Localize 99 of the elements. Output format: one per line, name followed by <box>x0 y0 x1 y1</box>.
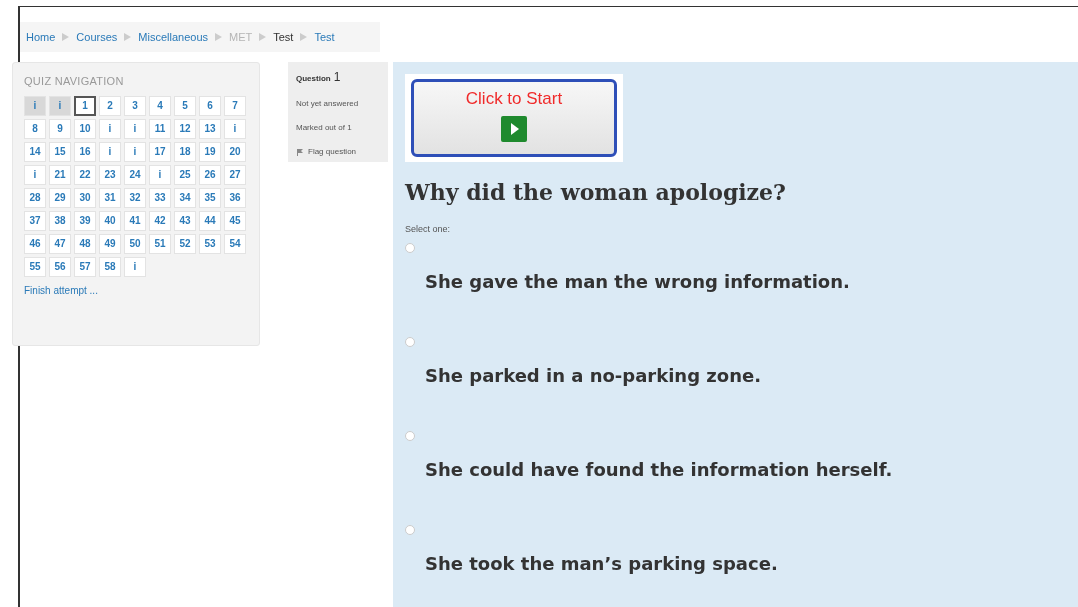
question-nav-button[interactable]: 27 <box>224 164 246 185</box>
question-nav-button[interactable]: 3 <box>124 95 146 116</box>
flag-question-link[interactable]: Flag question <box>308 146 357 158</box>
breadcrumb-link[interactable]: Courses <box>76 28 118 46</box>
question-nav-button[interactable]: 5 <box>174 95 196 116</box>
question-nav-button[interactable]: 57 <box>74 256 96 277</box>
question-nav-button[interactable]: 34 <box>174 187 196 208</box>
question-label: Question <box>296 73 331 85</box>
answer-option[interactable]: She could have found the information herself. <box>425 455 893 483</box>
question-nav-button[interactable]: 37 <box>24 210 46 231</box>
separator-icon <box>259 33 267 41</box>
question-nav-button[interactable]: 41 <box>124 210 146 231</box>
question-nav-button[interactable]: 44 <box>199 210 221 231</box>
question-nav-button[interactable]: 45 <box>224 210 246 231</box>
separator-icon <box>124 33 132 41</box>
question-nav-button[interactable]: 7 <box>224 95 246 116</box>
question-nav-button[interactable]: 6 <box>199 95 221 116</box>
question-text: Why did the woman apologize? <box>405 178 787 207</box>
question-nav-button[interactable]: i <box>124 256 146 277</box>
question-status: Not yet answered <box>296 98 360 110</box>
question-nav-button[interactable]: 16 <box>74 141 96 162</box>
question-nav-button[interactable]: 21 <box>49 164 71 185</box>
question-nav-button[interactable]: 4 <box>149 95 171 116</box>
question-nav-button[interactable]: 56 <box>49 256 71 277</box>
breadcrumb-link[interactable]: Test <box>314 28 335 46</box>
question-nav-button[interactable]: 17 <box>149 141 171 162</box>
finish-attempt-link[interactable]: Finish attempt ... <box>24 282 98 298</box>
separator-icon <box>300 33 308 41</box>
question-nav-button[interactable]: 19 <box>199 141 221 162</box>
question-nav-button[interactable]: i <box>224 118 246 139</box>
question-nav-button[interactable]: 22 <box>74 164 96 185</box>
question-nav-button[interactable]: i <box>124 141 146 162</box>
flag-icon[interactable] <box>296 148 304 156</box>
question-nav-button[interactable]: 26 <box>199 164 221 185</box>
question-nav-button[interactable]: 11 <box>149 118 171 139</box>
question-nav-button[interactable]: 33 <box>149 187 171 208</box>
question-nav-button[interactable]: i <box>124 118 146 139</box>
question-nav-button[interactable]: i <box>99 118 121 139</box>
question-nav-button[interactable]: 42 <box>149 210 171 231</box>
question-nav-button[interactable]: 32 <box>124 187 146 208</box>
radio-button[interactable] <box>405 524 415 535</box>
question-nav-button[interactable]: 49 <box>99 233 121 254</box>
start-button[interactable]: Click to Start <box>411 79 617 157</box>
separator-icon <box>62 33 70 41</box>
play-icon <box>501 115 527 142</box>
question-nav-button[interactable]: 18 <box>174 141 196 162</box>
breadcrumb-link[interactable]: Home <box>26 28 56 46</box>
question-nav-button[interactable]: 23 <box>99 164 121 185</box>
question-nav-button[interactable]: 36 <box>224 187 246 208</box>
question-nav-button[interactable]: 10 <box>74 118 96 139</box>
select-prompt: Select one: <box>405 223 452 236</box>
separator-icon <box>215 33 222 41</box>
question-nav-button[interactable]: i <box>24 95 46 116</box>
question-nav-button[interactable]: i <box>99 141 121 162</box>
question-number: 1 <box>333 69 341 86</box>
question-nav-button[interactable]: 46 <box>24 233 46 254</box>
question-nav-button[interactable]: 53 <box>199 233 221 254</box>
question-marks: Marked out of 1 <box>296 122 353 134</box>
breadcrumb-link[interactable]: Miscellaneous <box>138 28 208 46</box>
breadcrumb-text: MET <box>229 29 253 45</box>
question-nav-button[interactable]: 1 <box>74 95 96 116</box>
question-nav-button[interactable]: i <box>49 95 71 116</box>
question-nav-button[interactable]: 28 <box>24 187 46 208</box>
question-nav-button[interactable]: 9 <box>49 118 71 139</box>
question-nav-button[interactable]: 55 <box>24 256 46 277</box>
answer-option[interactable]: She took the man’s parking space. <box>425 549 778 577</box>
question-nav-button[interactable]: 31 <box>99 187 121 208</box>
question-nav-button[interactable]: 8 <box>24 118 46 139</box>
radio-button[interactable] <box>405 242 415 253</box>
question-nav-button[interactable]: 48 <box>74 233 96 254</box>
question-nav-button[interactable]: 43 <box>174 210 196 231</box>
question-nav-button[interactable]: 13 <box>199 118 221 139</box>
question-nav-button[interactable]: 14 <box>24 141 46 162</box>
answer-option[interactable]: She parked in a no-parking zone. <box>425 361 762 389</box>
question-nav-button[interactable]: 29 <box>49 187 71 208</box>
question-nav-button[interactable]: 2 <box>99 95 121 116</box>
question-nav-button[interactable]: 50 <box>124 233 146 254</box>
question-nav-button[interactable]: 51 <box>149 233 171 254</box>
question-nav-button[interactable]: 47 <box>49 233 71 254</box>
question-nav-button[interactable]: 58 <box>99 256 121 277</box>
question-nav-button[interactable]: 35 <box>199 187 221 208</box>
question-nav-button[interactable]: 12 <box>174 118 196 139</box>
question-nav-button[interactable]: 24 <box>124 164 146 185</box>
question-nav-button[interactable]: 40 <box>99 210 121 231</box>
radio-button[interactable] <box>405 336 415 347</box>
radio-button[interactable] <box>405 430 415 441</box>
question-nav-button[interactable]: 52 <box>174 233 196 254</box>
question-nav-button[interactable]: 38 <box>49 210 71 231</box>
question-nav-button[interactable]: i <box>24 164 46 185</box>
question-nav-button[interactable]: 39 <box>74 210 96 231</box>
question-nav-button[interactable]: 30 <box>74 187 96 208</box>
question-nav-button[interactable]: 15 <box>49 141 71 162</box>
question-nav-button[interactable]: i <box>149 164 171 185</box>
question-nav-button[interactable]: 20 <box>224 141 246 162</box>
panel-title: QUIZ NAVIGATION <box>24 74 125 89</box>
breadcrumb-text: Test <box>273 29 294 45</box>
question-nav-button[interactable]: 54 <box>224 233 246 254</box>
question-nav-button[interactable]: 25 <box>174 164 196 185</box>
answer-option[interactable]: She gave the man the wrong information. <box>425 267 850 295</box>
